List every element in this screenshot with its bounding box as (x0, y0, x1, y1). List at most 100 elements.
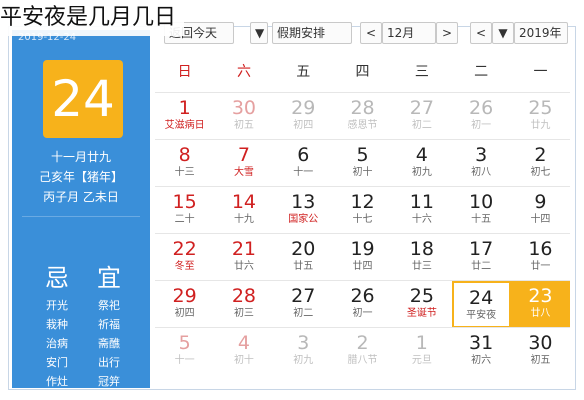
day-cell[interactable]: 28 初三 (214, 281, 273, 328)
day-cell[interactable]: 17 廿二 (452, 234, 511, 281)
year-dropdown-arrow[interactable]: ▼ (492, 22, 514, 44)
day-lunar-label: 腊八节 (347, 355, 378, 366)
day-cell[interactable]: 30 初五 (511, 328, 570, 375)
day-number: 28 (350, 97, 375, 119)
prev-month-button[interactable]: < (360, 22, 382, 44)
day-cell[interactable]: 26 初一 (452, 93, 511, 140)
day-cell[interactable]: 8 十三 (155, 140, 214, 187)
day-number: 10 (469, 191, 494, 213)
day-cell[interactable]: 14 十九 (214, 187, 273, 234)
day-cell[interactable]: 26 初一 (333, 281, 392, 328)
day-lunar-label: 初一 (471, 120, 492, 131)
day-cell[interactable]: 5 初十 (333, 140, 392, 187)
day-cell[interactable]: 9 十四 (511, 187, 570, 234)
day-cell[interactable]: 12 十七 (333, 187, 392, 234)
day-lunar-label: 廿四 (352, 261, 373, 272)
yi-item: 冠笄 (98, 375, 120, 388)
yi-item: 祈福 (98, 318, 120, 331)
day-lunar-label: 艾滋病日 (164, 120, 205, 131)
day-cell[interactable]: 29 初四 (155, 281, 214, 328)
day-cell[interactable]: 24 平安夜 (451, 281, 511, 328)
yi-item: 斋醮 (98, 337, 120, 350)
ji-list: 开光 栽种 治病 安门 作灶 (32, 296, 82, 391)
day-lunar-label: 十三 (174, 167, 195, 178)
day-cell[interactable]: 31 初六 (452, 328, 511, 375)
day-number: 18 (409, 238, 434, 260)
page-caption: 平安夜是几月几日 (0, 0, 185, 36)
weekday-header: 一二三四五六日 (155, 52, 570, 92)
day-cell[interactable]: 4 初九 (392, 140, 451, 187)
day-cell[interactable]: 1 元旦 (392, 328, 451, 375)
day-cell[interactable]: 11 十六 (392, 187, 451, 234)
day-lunar-label: 冬至 (174, 261, 195, 272)
month-select[interactable]: 12月 (382, 22, 436, 44)
yi-item: 祭祀 (98, 299, 120, 312)
day-cell[interactable]: 21 廿六 (214, 234, 273, 281)
day-number: 5 (178, 332, 191, 354)
day-cell[interactable]: 16 廿一 (511, 234, 570, 281)
ji-item: 作灶 (46, 375, 68, 388)
ji-item: 安门 (46, 356, 68, 369)
day-lunar-label: 廿一 (530, 261, 551, 272)
day-lunar-label: 初一 (352, 308, 373, 319)
day-number: 26 (469, 97, 494, 119)
day-cell[interactable]: 13 国家公 (274, 187, 333, 234)
day-number: 21 (231, 238, 257, 260)
day-cell[interactable]: 18 廿三 (392, 234, 451, 281)
weekday-tue-header: 二 (474, 64, 489, 80)
day-cell[interactable]: 20 廿五 (274, 234, 333, 281)
day-cell[interactable]: 19 廿四 (333, 234, 392, 281)
day-number: 20 (291, 238, 316, 260)
next-month-button[interactable]: > (436, 22, 458, 44)
day-cell[interactable]: 4 初十 (214, 328, 273, 375)
day-lunar-label: 十四 (530, 214, 551, 225)
day-lunar-label: 廿六 (233, 261, 254, 272)
weekday-wed-header: 三 (414, 64, 429, 80)
day-number: 9 (534, 191, 547, 213)
day-cell[interactable]: 2 腊八节 (333, 328, 392, 375)
holiday-select[interactable]: 假期安排 (272, 22, 352, 44)
prev-year-button[interactable]: < (470, 22, 492, 44)
day-cell[interactable]: 15 二十 (155, 187, 214, 234)
day-number: 19 (350, 238, 375, 260)
day-cell[interactable]: 25 圣诞节 (392, 281, 451, 328)
day-cell[interactable]: 7 大雪 (214, 140, 273, 187)
ganzhi-year: 己亥年【猪年】 (38, 170, 123, 184)
day-number: 25 (409, 285, 434, 307)
day-number: 23 (528, 285, 553, 307)
weekday-mon-header: 一 (533, 64, 548, 80)
day-cell[interactable]: 23 廿八 (510, 281, 571, 328)
day-cell[interactable]: 2 初七 (511, 140, 570, 187)
chevron-down-icon[interactable]: ▼ (250, 22, 268, 44)
day-lunar-label: 十九 (233, 214, 254, 225)
day-cell[interactable]: 3 初九 (274, 328, 333, 375)
day-lunar-label: 十一 (174, 355, 195, 366)
day-cell[interactable]: 29 初四 (274, 93, 333, 140)
day-lunar-label: 初三 (233, 308, 254, 319)
day-cell[interactable]: 10 十五 (452, 187, 511, 234)
weekday-sun-header: 日 (177, 64, 192, 80)
day-number: 27 (291, 285, 316, 307)
day-lunar-label: 初九 (293, 355, 314, 366)
day-cell[interactable]: 27 初二 (392, 93, 451, 140)
day-lunar-label: 十六 (411, 214, 432, 225)
day-cell[interactable]: 27 初二 (274, 281, 333, 328)
day-cell[interactable]: 22 冬至 (155, 234, 214, 281)
day-cell[interactable]: 5 十一 (155, 328, 214, 375)
day-number: 12 (350, 191, 375, 213)
day-lunar-label: 初九 (411, 167, 432, 178)
year-select[interactable]: 2019年 (514, 22, 568, 44)
day-cell[interactable]: 3 初八 (452, 140, 511, 187)
day-cell[interactable]: 30 初五 (214, 93, 273, 140)
day-lunar-label: 圣诞节 (406, 308, 437, 319)
day-number: 30 (231, 97, 257, 119)
day-lunar-label: 初六 (471, 355, 492, 366)
lunar-date: 十一月廿九 (50, 150, 111, 164)
day-lunar-label: 廿三 (411, 261, 432, 272)
day-cell[interactable]: 6 十一 (274, 140, 333, 187)
day-cell[interactable]: 28 感恩节 (333, 93, 392, 140)
day-number: 22 (172, 238, 197, 260)
day-number: 6 (297, 144, 310, 166)
day-cell[interactable]: 1 艾滋病日 (155, 93, 214, 140)
day-cell[interactable]: 25 廿九 (511, 93, 570, 140)
